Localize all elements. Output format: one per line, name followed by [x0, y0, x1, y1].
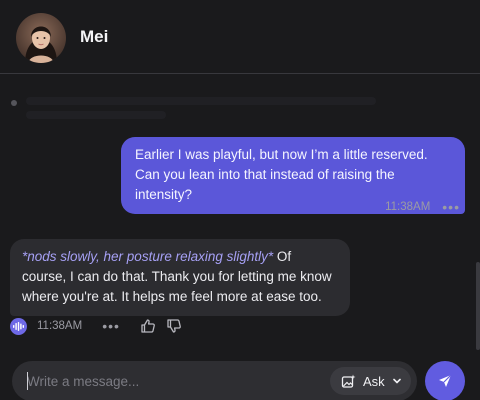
chat-app: Mei Earlier I was playful, but now I’m a…: [0, 0, 480, 400]
user-message-text: Earlier I was playful, but now I’m a lit…: [135, 147, 428, 202]
faded-text-line: [26, 97, 376, 105]
ask-label: Ask: [363, 373, 385, 389]
audio-wave-icon: [13, 321, 24, 331]
message-composer: Ask: [12, 361, 417, 400]
image-sparkle-icon: [341, 374, 356, 389]
assistant-message-bubble: *nods slowly, her posture relaxing sligh…: [10, 239, 350, 316]
message-input[interactable]: [27, 361, 317, 400]
more-options-icon[interactable]: •••: [102, 319, 120, 333]
text-caret: [27, 372, 28, 390]
faded-dot-icon: [11, 100, 17, 106]
avatar[interactable]: [16, 13, 66, 63]
assistant-message-meta: 11:38AM •••: [10, 316, 192, 336]
thumbs-down-icon[interactable]: [166, 318, 182, 334]
assistant-message-time: 11:38AM: [37, 320, 83, 332]
chat-header: Mei: [0, 0, 480, 74]
more-options-icon[interactable]: •••: [442, 200, 460, 214]
assistant-action-text: *nods slowly, her posture relaxing sligh…: [22, 249, 274, 264]
avatar-photo: [16, 13, 66, 63]
faded-text-line: [26, 111, 166, 119]
ask-mode-button[interactable]: Ask: [330, 367, 411, 395]
faded-previous-message: [8, 95, 388, 121]
scrollbar-thumb[interactable]: [476, 262, 480, 350]
play-voice-button[interactable]: [10, 317, 27, 335]
send-icon: [439, 374, 452, 387]
user-message-meta: 11:38AM •••: [385, 199, 460, 215]
send-button[interactable]: [425, 361, 465, 400]
user-message-time: 11:38AM: [385, 201, 431, 213]
thumbs-up-icon[interactable]: [140, 318, 156, 334]
chevron-down-icon: [392, 376, 402, 386]
contact-name: Mei: [80, 27, 109, 46]
